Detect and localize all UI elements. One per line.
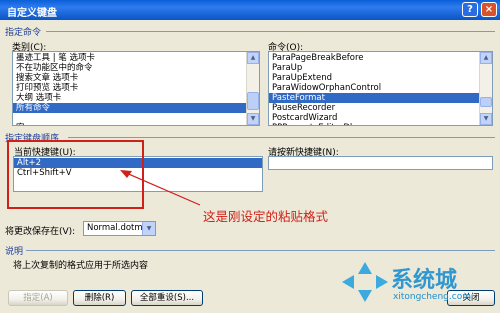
- list-item[interactable]: 大纲 选项卡: [13, 93, 246, 103]
- annotation-arrow-icon: [120, 170, 201, 206]
- commands-listbox[interactable]: ParaPageBreakBefore ParaUp ParaUpExtend Par…: [268, 51, 493, 126]
- annotation-text: 这是刚设定的粘贴格式: [203, 209, 329, 224]
- categories-scrollbar[interactable]: ▲ ▼: [246, 52, 259, 125]
- save-in-select[interactable]: Normal.dotm ▼: [83, 221, 156, 236]
- commands-scrollbar[interactable]: ▲ ▼: [479, 52, 492, 125]
- remove-button[interactable]: 删除(R): [73, 290, 126, 306]
- list-item[interactable]: 所有命令: [13, 103, 246, 113]
- close-button[interactable]: ×: [481, 2, 497, 17]
- watermark-brand: 系统城: [391, 268, 458, 293]
- list-item[interactable]: ParaPageBreakBefore: [269, 53, 479, 63]
- specify-command-heading: 指定命令: [5, 28, 42, 38]
- description-heading: 说明: [5, 247, 24, 257]
- scroll-down-arrow-icon[interactable]: ▼: [247, 113, 259, 125]
- help-button[interactable]: ?: [462, 2, 478, 17]
- scroll-thumb[interactable]: [480, 97, 492, 107]
- list-item[interactable]: 打印预览 选项卡: [13, 83, 246, 93]
- scroll-down-arrow-icon[interactable]: ▼: [480, 113, 492, 125]
- scroll-up-arrow-icon[interactable]: ▲: [247, 52, 259, 64]
- save-in-value: Normal.dotm: [87, 223, 143, 233]
- list-item[interactable]: PPPropertyEditorDlg: [269, 123, 479, 125]
- list-item[interactable]: 墨迹工具 | 笔 选项卡: [13, 53, 246, 63]
- window-title: 自定义键盘: [7, 8, 57, 19]
- reset-all-button[interactable]: 全部重设(S)...: [131, 290, 203, 306]
- list-item[interactable]: ParaUp: [269, 63, 479, 73]
- list-item[interactable]: 搜索文章 选项卡: [13, 73, 246, 83]
- section-divider: [68, 137, 495, 138]
- list-item[interactable]: [13, 113, 246, 123]
- scroll-thumb[interactable]: [247, 92, 259, 110]
- new-key-input[interactable]: [268, 156, 493, 170]
- list-item[interactable]: PasteFormat: [269, 93, 479, 103]
- list-item[interactable]: ParaWidowOrphanControl: [269, 83, 479, 93]
- list-item[interactable]: 宏: [13, 123, 246, 125]
- watermark-logo-icon: [342, 262, 388, 302]
- save-in-label: 将更改保存在(V):: [5, 227, 76, 237]
- scroll-up-arrow-icon[interactable]: ▲: [480, 52, 492, 64]
- list-item[interactable]: PauseRecorder: [269, 103, 479, 113]
- list-item[interactable]: PostcardWizard: [269, 113, 479, 123]
- categories-listbox[interactable]: 墨迹工具 | 笔 选项卡 不在功能区中的命令 搜索文章 选项卡 打印预览 选项卡 大纲 …: [12, 51, 260, 126]
- description-text: 将上次复制的格式应用于所选内容: [13, 261, 149, 271]
- list-item[interactable]: 不在功能区中的命令: [13, 63, 246, 73]
- assign-button[interactable]: 指定(A): [8, 290, 68, 306]
- section-divider: [26, 250, 495, 251]
- list-item[interactable]: ParaUpExtend: [269, 73, 479, 83]
- chevron-down-icon[interactable]: ▼: [142, 222, 155, 235]
- title-bar: 自定义键盘 ? ×: [0, 0, 500, 20]
- section-divider: [46, 31, 495, 32]
- watermark-url: xitongcheng.com: [393, 292, 471, 302]
